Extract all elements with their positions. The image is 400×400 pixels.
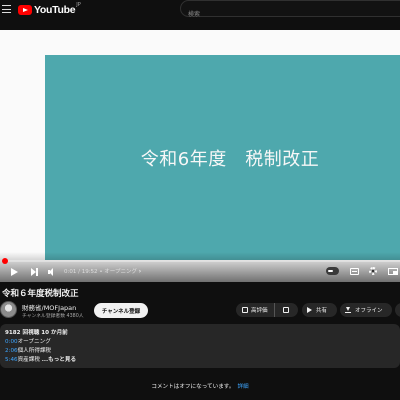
progress-bar[interactable] — [3, 260, 400, 262]
controls-gradient — [0, 252, 400, 282]
play-icon[interactable] — [11, 268, 18, 276]
share-icon — [307, 307, 312, 313]
offline-button[interactable]: オフライン — [340, 303, 392, 317]
dislike-button[interactable] — [275, 303, 297, 317]
chapter-chevron-icon: › — [138, 268, 142, 275]
time-display[interactable]: 0:01 / 19:52 • オープニング › — [64, 267, 141, 275]
video-frame: 令和6年度 税制改正 — [45, 55, 400, 260]
like-label: 高評価 — [251, 308, 268, 314]
offline-label: オフライン — [355, 308, 383, 314]
volume-icon[interactable] — [48, 268, 56, 276]
video-player[interactable]: 令和6年度 税制改正 — [0, 30, 400, 282]
details-link[interactable]: 詳細 — [237, 384, 248, 390]
search-input[interactable] — [181, 7, 400, 22]
chapter-item: 2:06個人所得課税 — [5, 346, 51, 354]
slide-title: 令和6年度 税制改正 — [140, 148, 320, 170]
like-button[interactable]: 高評価 — [236, 303, 275, 317]
chapter-item: 0:00オープニング — [5, 337, 51, 345]
search-box[interactable] — [180, 0, 400, 22]
avatar[interactable] — [0, 301, 17, 318]
logo-text: YouTube — [34, 4, 76, 16]
like-dislike-group: 高評価 — [236, 303, 298, 317]
menu-icon[interactable] — [2, 5, 11, 13]
chapter-label: オープニング — [17, 339, 51, 345]
autoplay-toggle[interactable] — [326, 267, 339, 275]
subscribe-button[interactable]: チャンネル登録 — [94, 303, 148, 318]
show-more-link[interactable]: ...もっと見る — [42, 357, 76, 363]
chapter-label: 資産課税 — [17, 357, 40, 363]
share-label: 共有 — [316, 308, 328, 314]
next-icon[interactable] — [31, 268, 39, 276]
youtube-logo-icon — [18, 5, 32, 15]
chapter-timestamp[interactable]: 5:46 — [5, 357, 18, 363]
thumb-down-icon — [283, 307, 289, 313]
channel-name[interactable]: 財務省/MOFJapan — [22, 302, 76, 312]
chapter-timestamp[interactable]: 0:00 — [5, 339, 18, 345]
comments-off-notice: コメントはオフになっています。 詳細 — [0, 382, 400, 390]
progress-scrubber[interactable] — [2, 258, 8, 264]
miniplayer-icon[interactable] — [388, 268, 398, 275]
chapter-label: 個人所得課税 — [17, 348, 52, 354]
captions-icon[interactable] — [350, 268, 359, 275]
thumb-up-icon — [242, 307, 248, 313]
gear-icon[interactable] — [369, 267, 377, 275]
comments-off-text: コメントはオフになっています。 — [151, 384, 235, 390]
youtube-logo[interactable]: YouTube JP — [18, 2, 81, 16]
video-title: 令和６年度税制改正 — [2, 289, 79, 299]
share-button[interactable]: 共有 — [302, 303, 337, 317]
chapter-item: 5:46資産課税 ...もっと見る — [5, 355, 76, 363]
time-text: 0:01 / 19:52 — [64, 269, 98, 275]
chapter-timestamp[interactable]: 2:06 — [5, 348, 18, 354]
chapter-label: • オープニング — [99, 269, 137, 275]
more-actions-button[interactable] — [395, 303, 400, 317]
subscriber-count: チャンネル登録者数 4380人 — [22, 314, 84, 319]
views-line: 9182 回視聴 10 か月前 — [5, 330, 68, 336]
top-bar: YouTube JP — [0, 0, 400, 22]
region-label: JP — [76, 2, 81, 8]
download-icon — [345, 307, 351, 313]
